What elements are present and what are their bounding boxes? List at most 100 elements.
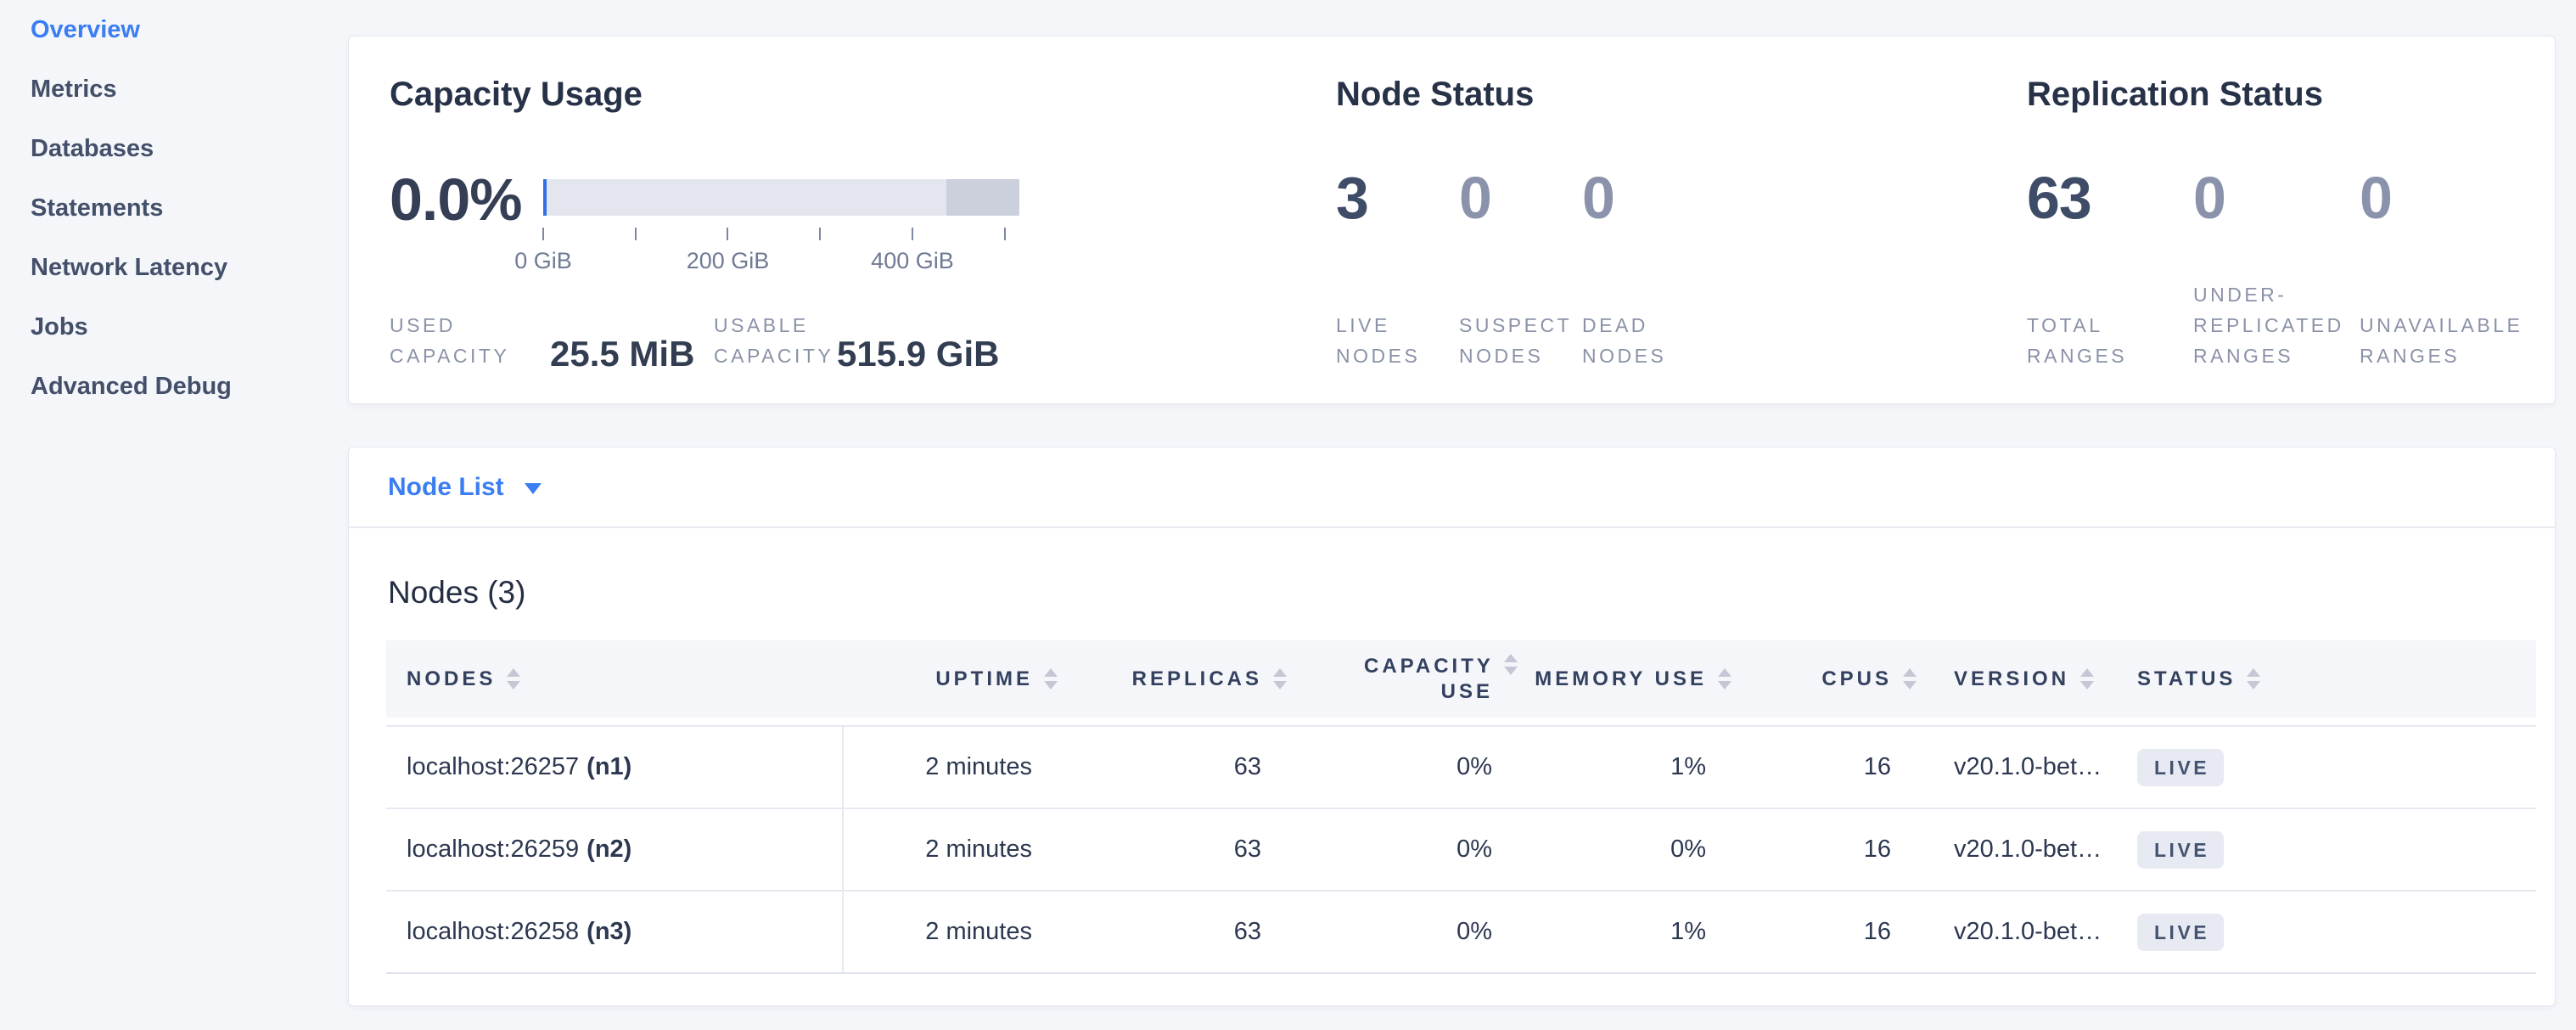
replication-status-section: Replication Status 63 TotalRanges 0 <box>2027 37 2553 403</box>
stat-value: 0 <box>2193 162 2360 234</box>
table-header-cell[interactable]: Nodes <box>386 640 844 718</box>
sort-icon <box>507 668 520 689</box>
sidebar: Overview Metrics Databases Statements Ne… <box>0 0 340 1030</box>
table-header-cell[interactable]: CPUs <box>1731 640 1917 718</box>
stat-block: 63 TotalRanges <box>2027 37 2193 405</box>
version-cell: v20.1.0-bet… <box>1917 809 2137 890</box>
node-address-cell[interactable]: localhost:26259 (n2) <box>386 809 844 890</box>
stat-value: 0 <box>2360 162 2538 234</box>
uptime-cell: 2 minutes <box>844 809 1058 890</box>
table-header-label: Version <box>1954 667 2069 692</box>
stat-block: 0 UnavailableRanges <box>2360 37 2538 405</box>
table-row[interactable]: localhost:26257 (n1) 2 minutes 63 0% 1% … <box>386 725 2536 808</box>
node-address-cell[interactable]: localhost:26258 (n3) <box>386 892 844 972</box>
table-header-cell[interactable]: Capacity Use <box>1287 640 1518 718</box>
chevron-down-icon <box>525 483 542 494</box>
sidebar-item[interactable]: Statements <box>0 178 340 238</box>
replicas-cell: 63 <box>1058 809 1287 890</box>
node-address-cell[interactable]: localhost:26257 (n1) <box>386 727 844 808</box>
capacity-used-percent: 0.0% <box>390 166 522 234</box>
axis-tick <box>912 228 913 240</box>
uptime-cell: 2 minutes <box>844 727 1058 808</box>
sidebar-item[interactable]: Advanced Debug <box>0 357 340 416</box>
sort-icon <box>2080 668 2094 689</box>
replication-stats: 63 TotalRanges 0 Under-ReplicatedRanges <box>2027 37 2538 403</box>
status-badge: LIVE <box>2137 749 2224 786</box>
node-address: localhost:26257 <box>407 753 579 781</box>
status-cell: LIVE <box>2137 892 2536 972</box>
table-row[interactable]: localhost:26258 (n3) 2 minutes 63 0% 1% … <box>386 890 2536 972</box>
sort-icon <box>1273 668 1287 689</box>
version-cell: v20.1.0-bet… <box>1917 892 2137 972</box>
stat-block: 3 LiveNodes <box>1336 37 1459 405</box>
main-content: Capacity Usage 0.0% 0 GiB200 GiB400 GiB … <box>348 0 2556 1006</box>
capacity-usage-section: Capacity Usage 0.0% 0 GiB200 GiB400 GiB … <box>390 37 1340 403</box>
cluster-summary-card: Capacity Usage 0.0% 0 GiB200 GiB400 GiB … <box>348 36 2556 404</box>
nodes-table-header: Nodes Uptime Replicas <box>386 640 2536 718</box>
node-list-card: Node List Nodes (3) Nodes Uptime <box>348 447 2556 1006</box>
capacity-bar-other-segment <box>946 179 1019 216</box>
axis-tick <box>635 228 637 240</box>
table-header-cell[interactable]: Version <box>1917 640 2137 718</box>
node-list-dropdown[interactable]: Node List <box>349 447 2555 528</box>
stat-label: UnavailableRanges <box>2360 310 2538 371</box>
stat-value: 0 <box>1582 162 1705 234</box>
stat-label: Under-ReplicatedRanges <box>2193 279 2360 371</box>
cpus-cell: 16 <box>1731 809 1917 890</box>
sidebar-item[interactable]: Jobs <box>0 297 340 357</box>
status-cell: LIVE <box>2137 809 2536 890</box>
capacity-use-cell: 0% <box>1287 892 1518 972</box>
cpus-cell: 16 <box>1731 892 1917 972</box>
stat-label: TotalRanges <box>2027 310 2193 371</box>
replicas-cell: 63 <box>1058 727 1287 808</box>
sidebar-item-label: Network Latency <box>31 254 227 281</box>
version-cell: v20.1.0-bet… <box>1917 727 2137 808</box>
capacity-usage-title: Capacity Usage <box>390 76 643 114</box>
nodes-table: Nodes Uptime Replicas <box>386 640 2536 974</box>
sidebar-item[interactable]: Network Latency <box>0 238 340 297</box>
node-id: (n2) <box>586 836 631 864</box>
usable-capacity-label: UsableCapacity <box>714 310 833 371</box>
memory-use-cell: 1% <box>1518 892 1731 972</box>
table-row[interactable]: localhost:26259 (n2) 2 minutes 63 0% 0% … <box>386 808 2536 890</box>
axis-tick <box>727 228 728 240</box>
sidebar-item[interactable]: Overview <box>0 0 340 59</box>
table-header-label: Capacity Use <box>1364 654 1493 705</box>
sidebar-item-label: Overview <box>31 16 140 43</box>
table-header-cell[interactable]: Replicas <box>1058 640 1287 718</box>
memory-use-cell: 1% <box>1518 727 1731 808</box>
sidebar-item-label: Advanced Debug <box>31 373 232 400</box>
table-header-label: Status <box>2137 667 2236 692</box>
table-header-label: Uptime <box>935 667 1033 692</box>
sort-icon <box>1044 668 1058 689</box>
table-header-cell[interactable]: Uptime <box>844 640 1058 718</box>
axis-tick-label: 400 GiB <box>871 248 954 274</box>
uptime-cell: 2 minutes <box>844 892 1058 972</box>
stat-value: 63 <box>2027 162 2193 234</box>
table-header-label: Memory Use <box>1535 667 1707 692</box>
table-header-label: Nodes <box>407 667 496 692</box>
sidebar-item[interactable]: Databases <box>0 119 340 178</box>
stat-value: 3 <box>1336 162 1459 234</box>
sidebar-item-label: Databases <box>31 135 154 162</box>
sidebar-item-label: Metrics <box>31 76 117 103</box>
used-capacity-value: 25.5 MiB <box>550 334 694 374</box>
status-badge: LIVE <box>2137 914 2224 951</box>
node-id: (n1) <box>586 753 631 781</box>
status-badge: LIVE <box>2137 831 2224 869</box>
cpus-cell: 16 <box>1731 727 1917 808</box>
stat-block: 0 DeadNodes <box>1582 37 1705 405</box>
axis-tick <box>542 228 544 240</box>
axis-tick <box>819 228 821 240</box>
table-header-cell[interactable]: Memory Use <box>1518 640 1731 718</box>
sidebar-item[interactable]: Metrics <box>0 59 340 119</box>
used-capacity-label: UsedCapacity <box>390 310 509 371</box>
capacity-axis: 0 GiB200 GiB400 GiB <box>543 219 1019 279</box>
sidebar-item-label: Statements <box>31 194 163 222</box>
sort-icon <box>1718 668 1731 689</box>
memory-use-cell: 0% <box>1518 809 1731 890</box>
node-status-stats: 3 LiveNodes 0 SuspectNodes 0 <box>1336 37 1705 403</box>
table-header-cell[interactable]: Status <box>2137 640 2536 718</box>
capacity-use-cell: 0% <box>1287 809 1518 890</box>
replicas-cell: 63 <box>1058 892 1287 972</box>
